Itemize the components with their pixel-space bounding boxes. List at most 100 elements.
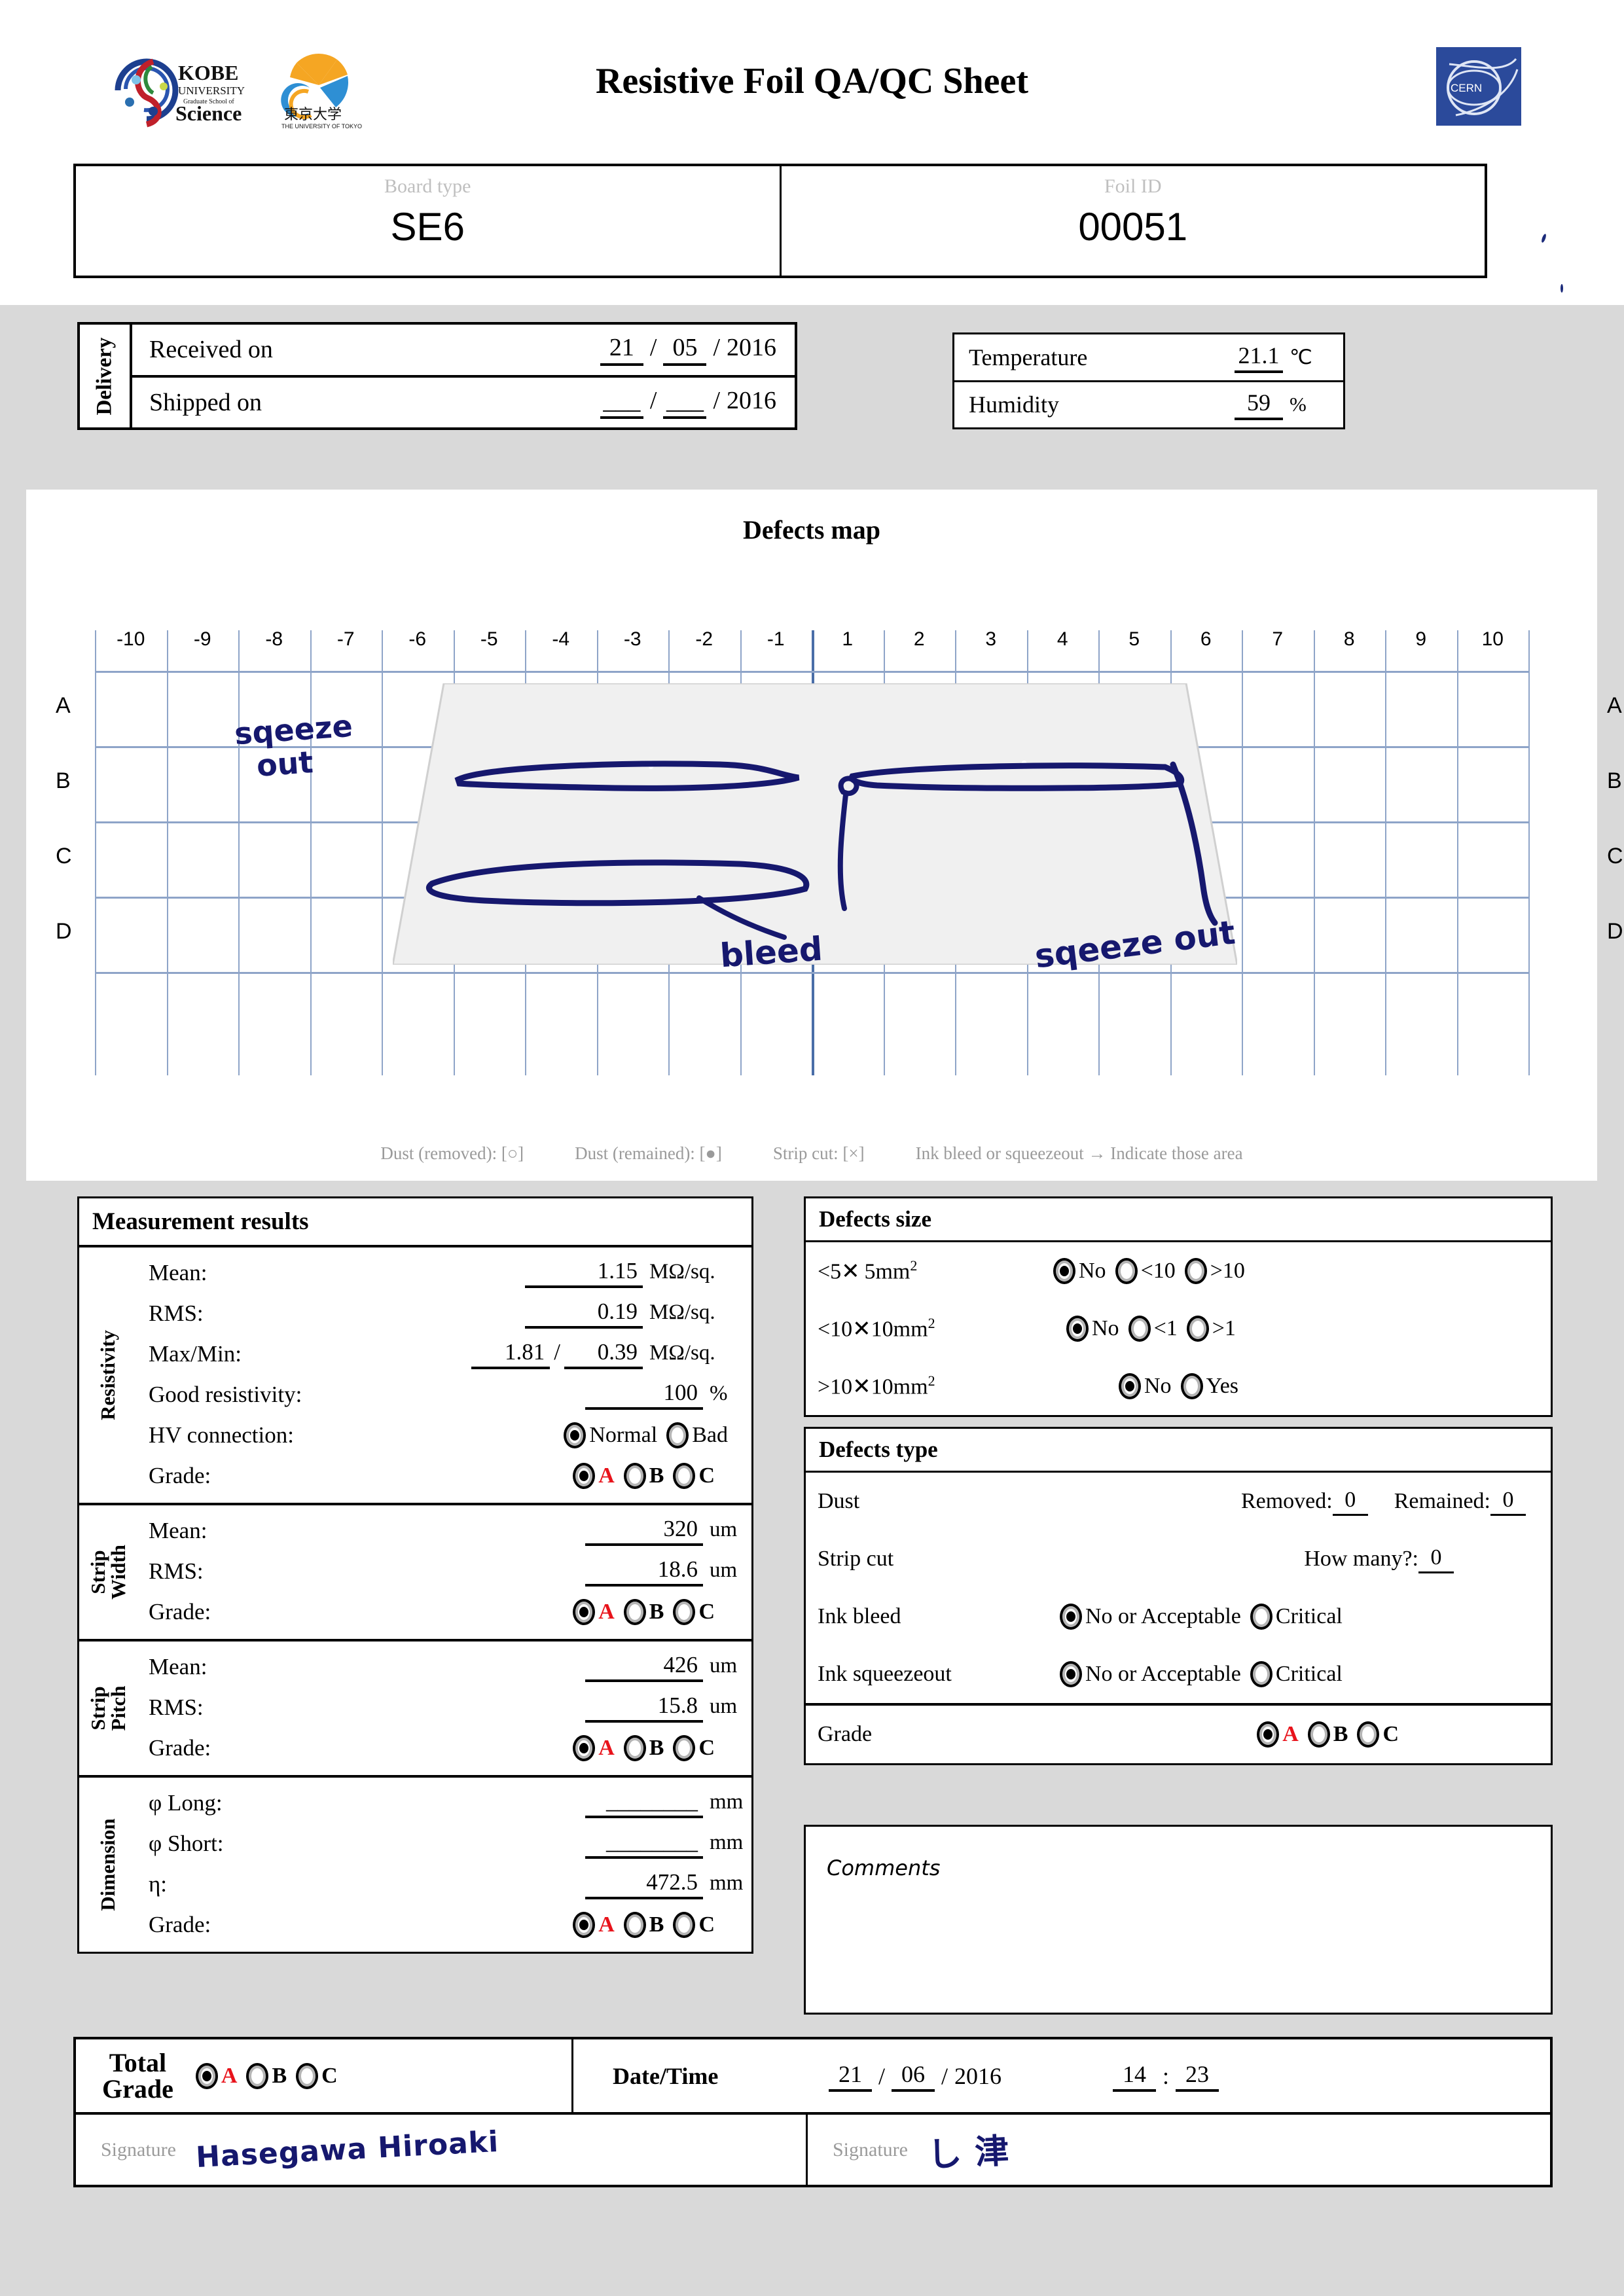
measurement-value[interactable]: 426 [585,1652,703,1682]
measurement-grade-option-b[interactable]: B [623,1463,664,1489]
temperature-value[interactable]: 21.1 [1235,342,1283,373]
defects-size-1-option--1[interactable]: <1 [1128,1316,1178,1342]
shipped-month-field[interactable]: ___ [663,386,707,419]
radio-button-icon[interactable] [1115,1258,1138,1284]
defects-size-1-option--1[interactable]: >1 [1186,1316,1236,1342]
ink-squeezeout-option-critical[interactable]: Critical [1250,1661,1343,1687]
radio-button-icon[interactable] [1060,1604,1082,1630]
radio-button-icon[interactable] [666,1422,689,1448]
measurement-grade-option-a[interactable]: A [573,1599,615,1625]
radio-button-icon[interactable] [673,1912,696,1938]
radio-button-icon[interactable] [623,1735,646,1761]
measurement-grade-option-c[interactable]: C [673,1912,715,1938]
dust-remained-value[interactable]: 0 [1490,1488,1526,1516]
dust-removed-value[interactable]: 0 [1332,1488,1368,1516]
ink-squeezeout-option-no-or-acceptable[interactable]: No or Acceptable [1060,1661,1241,1687]
measurement-value[interactable]: 320 [585,1516,703,1546]
signature-cell-1[interactable]: Signature Hasegawa Hiroaki [76,2115,808,2185]
measurement-grade-option-c[interactable]: C [673,1599,715,1625]
radio-button-icon[interactable] [1060,1661,1082,1687]
humidity-value[interactable]: 59 [1235,389,1283,421]
total-grade-option-c[interactable]: C [296,2062,338,2089]
board-type-value: SE6 [390,205,465,249]
ink-bleed-option-no-or-acceptable[interactable]: No or Acceptable [1060,1604,1241,1630]
radio-button-icon[interactable] [1180,1373,1203,1399]
measurement-hvconnection-option-bad[interactable]: Bad [666,1422,728,1448]
total-grade-option-a[interactable]: A [195,2062,237,2089]
defects-size-panel: Defects size <5✕ 5mm2 No <10 >10 <10✕10mm2 No… [804,1196,1553,1417]
defects-size-0-option--10[interactable]: <10 [1115,1258,1176,1284]
measurement-row: Mean: 320 um [137,1511,751,1551]
radio-button-icon[interactable] [573,1599,596,1625]
measurement-grade-option-a[interactable]: A [573,1463,615,1489]
radio-button-icon[interactable] [673,1599,696,1625]
measurement-grade-option-b[interactable]: B [623,1912,664,1938]
radio-button-icon[interactable] [573,1735,596,1761]
shipped-day-field[interactable]: ___ [600,386,643,419]
measurement-value-min[interactable]: 0.39 [564,1339,643,1369]
defects-type-grade-option-a[interactable]: A [1257,1721,1299,1748]
measurement-value[interactable]: ________ [585,1788,703,1818]
measurement-grade-option-a[interactable]: A [573,1912,615,1938]
defects-type-grade-option-c[interactable]: C [1357,1721,1399,1748]
defects-type-grade-option-b[interactable]: B [1307,1721,1348,1748]
strip-cut-how-many-value[interactable]: 0 [1418,1545,1454,1573]
ink-bleed-option-critical[interactable]: Critical [1250,1604,1343,1630]
radio-button-icon[interactable] [1119,1373,1141,1399]
defects-size-0-option-no[interactable]: No [1053,1258,1106,1284]
radio-button-icon[interactable] [195,2062,218,2089]
measurement-value[interactable]: 18.6 [585,1556,703,1587]
board-type-cell[interactable]: Board type SE6 [76,166,782,276]
measurement-value[interactable]: 1.15 [525,1258,643,1288]
radio-button-icon[interactable] [1053,1258,1075,1284]
defects-size-2-option-yes[interactable]: Yes [1180,1373,1238,1399]
defects-size-2-option-no[interactable]: No [1119,1373,1172,1399]
measurement-hvconnection-option-normal[interactable]: Normal [564,1422,657,1448]
radio-button-icon[interactable] [1250,1604,1272,1630]
time-minute-field[interactable]: 23 [1176,2060,1219,2092]
radio-button-icon[interactable] [1357,1721,1380,1748]
measurement-grade-option-a[interactable]: A [573,1735,615,1761]
date-month-field[interactable]: 06 [892,2060,935,2092]
radio-button-icon[interactable] [673,1463,696,1489]
dust-removed-label: Removed: [1240,1489,1333,1513]
received-day-field[interactable]: 21 [600,333,643,367]
radio-button-icon[interactable] [673,1735,696,1761]
defects-size-1-option-no[interactable]: No [1066,1316,1119,1342]
measurement-value[interactable]: ________ [585,1829,703,1859]
measurement-value[interactable]: 100 [585,1380,703,1410]
total-grade-option-b[interactable]: B [246,2062,287,2089]
measurement-grade-option-b[interactable]: B [623,1735,664,1761]
radio-button-icon[interactable] [1128,1316,1151,1342]
radio-button-icon[interactable] [296,2062,319,2089]
measurement-grade-option-c[interactable]: C [673,1735,715,1761]
measurement-value[interactable]: 472.5 [585,1869,703,1899]
radio-button-icon[interactable] [246,2062,269,2089]
radio-button-icon[interactable] [573,1463,596,1489]
measurement-value-max[interactable]: 1.81 [471,1339,550,1369]
date-day-field[interactable]: 21 [829,2060,872,2092]
radio-button-icon[interactable] [1186,1316,1209,1342]
comments-panel[interactable]: Comments [804,1825,1553,2015]
signature-cell-2[interactable]: Signature し 津 [808,2115,1540,2185]
radio-button-icon[interactable] [623,1599,646,1625]
radio-button-icon[interactable] [564,1422,586,1448]
radio-button-icon[interactable] [1184,1258,1207,1284]
measurement-value[interactable]: 15.8 [585,1693,703,1723]
radio-button-icon[interactable] [1307,1721,1330,1748]
radio-button-icon[interactable] [1066,1316,1089,1342]
measurement-grade-option-c[interactable]: C [673,1463,715,1489]
radio-button-icon[interactable] [623,1912,646,1938]
measurement-value[interactable]: 0.19 [525,1299,643,1329]
radio-button-icon[interactable] [1257,1721,1280,1748]
radio-button-icon[interactable] [1250,1661,1272,1687]
measurement-grade-option-b[interactable]: B [623,1599,664,1625]
measurement-row-label: RMS: [149,1695,204,1720]
foil-id-cell[interactable]: Foil ID 00051 [782,166,1563,293]
received-month-field[interactable]: 05 [663,333,707,367]
radio-button-icon[interactable] [623,1463,646,1489]
radio-button-icon[interactable] [573,1912,596,1938]
defects-size-0-option--10[interactable]: >10 [1184,1258,1245,1284]
time-hour-field[interactable]: 14 [1113,2060,1157,2092]
qa-qc-sheet-page: KOBE UNIVERSITY Graduate School of Scien… [0,0,1624,2296]
